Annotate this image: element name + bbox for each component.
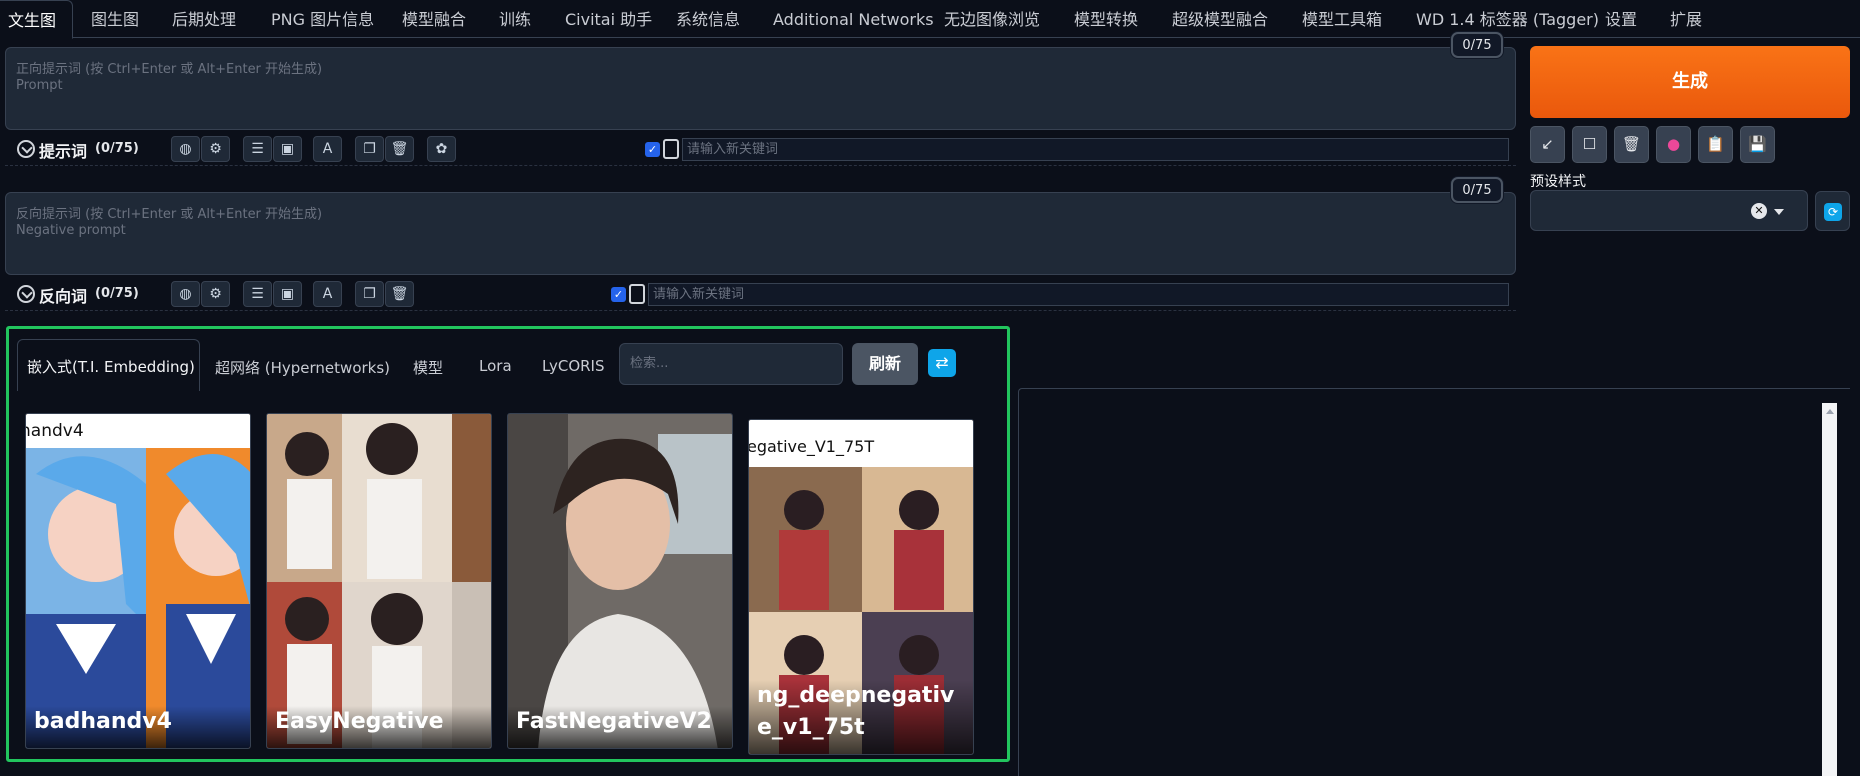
tab-image-browser[interactable]: 无边图像浏览 — [944, 0, 1040, 38]
negative-placeholder: 反向提示词 (按 Ctrl+Enter 或 Alt+Enter 开始生成) — [16, 207, 323, 222]
preset-style-label: 预设样式 — [1530, 174, 1586, 190]
copy-icon[interactable]: ❐ — [355, 136, 384, 162]
trash-icon[interactable]: 🗑 — [1614, 126, 1649, 163]
clear-icon[interactable]: ✕ — [1751, 203, 1767, 219]
ab-translate-icon[interactable]: A — [313, 281, 342, 307]
negative-toolbar: 反向词 (0/75) ◍ ⚙ ☰ ▣ A ❐ 🗑 ✓ 请输入新关键词 — [5, 277, 1516, 311]
gear-icon[interactable]: ⚙ — [201, 281, 230, 307]
pink-record-icon[interactable]: ● — [1656, 126, 1691, 163]
embedding-card-easynegative[interactable]: EasyNegative — [266, 413, 492, 749]
results-gallery-area — [1018, 388, 1850, 776]
prompt-placeholder-en: Prompt — [16, 78, 63, 93]
tab-wd-tagger[interactable]: WD 1.4 标签器 (Tagger) — [1416, 0, 1599, 38]
card-title: EasyNegative — [267, 706, 491, 748]
clipboard-icon[interactable]: 📋 — [1698, 126, 1733, 163]
refresh-button[interactable]: 刷新 — [852, 343, 918, 385]
prompt-toolbar: 提示词 (0/75) ◍ ⚙ ☰ ▣ A ❐ 🗑 ✿ ✓ 请输入新关键词 — [5, 132, 1516, 166]
document-list-icon[interactable]: ☰ — [243, 136, 272, 162]
scrollbar[interactable] — [1822, 403, 1837, 776]
card-thumbnail — [508, 414, 732, 748]
tab-system-info[interactable]: 系统信息 — [676, 0, 740, 38]
tab-checkpoints[interactable]: 模型 — [413, 357, 443, 378]
generate-button[interactable]: 生成 — [1530, 46, 1850, 118]
text-cursor-icon — [663, 139, 679, 159]
prompt-textarea[interactable]: 正向提示词 (按 Ctrl+Enter 或 Alt+Enter 开始生成) Pr… — [5, 47, 1516, 130]
preset-refresh-button[interactable]: ⟳ — [1815, 191, 1850, 231]
refresh-icon: ⟳ — [1824, 203, 1842, 221]
trash-icon[interactable]: 🗑 — [385, 136, 414, 162]
square-icon[interactable]: ☐ — [1572, 126, 1607, 163]
card-banner-text: handv4 — [26, 414, 250, 448]
collapse-chevron-icon[interactable] — [17, 285, 35, 303]
tab-extras[interactable]: 后期处理 — [172, 0, 236, 38]
tab-extensions[interactable]: 扩展 — [1670, 0, 1702, 38]
ab-translate-icon[interactable]: A — [313, 136, 342, 162]
tab-lycoris[interactable]: LyCORIS — [542, 357, 605, 375]
preset-style-dropdown[interactable]: ✕ — [1530, 190, 1808, 231]
keyword-input[interactable]: 请输入新关键词 — [682, 138, 1509, 161]
embedding-card-badhandv4[interactable]: handv4 badhandv4 — [25, 413, 251, 749]
keyword-checkbox[interactable]: ✓ — [611, 287, 626, 302]
prompt-token-counter: 0/75 — [1451, 32, 1503, 58]
globe-icon[interactable]: ◍ — [171, 281, 200, 307]
negative-prompt-textarea[interactable]: 反向提示词 (按 Ctrl+Enter 或 Alt+Enter 开始生成) Ne… — [5, 192, 1516, 275]
card-title: badhandv4 — [26, 706, 250, 748]
collapse-chevron-icon[interactable] — [17, 140, 35, 158]
prompt-row-count: (0/75) — [95, 141, 139, 156]
prompt-placeholder: 正向提示词 (按 Ctrl+Enter 或 Alt+Enter 开始生成) — [16, 62, 323, 77]
negative-token-counter: 0/75 — [1451, 177, 1503, 203]
bookmark-icon[interactable]: ▣ — [273, 281, 302, 307]
extra-networks-panel: 嵌入式(T.I. Embedding) 超网络 (Hypernetworks) … — [6, 326, 1010, 762]
tab-settings[interactable]: 设置 — [1605, 0, 1637, 38]
trash-icon[interactable]: 🗑 — [385, 281, 414, 307]
chevron-down-icon[interactable] — [1774, 209, 1784, 215]
tab-additional-networks[interactable]: Additional Networks — [773, 0, 934, 38]
tab-model-converter[interactable]: 模型转换 — [1074, 0, 1138, 38]
bookmark-icon[interactable]: ▣ — [273, 136, 302, 162]
card-banner-text: egative_V1_75T — [749, 420, 973, 467]
save-icon[interactable]: 💾 — [1740, 126, 1775, 163]
card-thumbnail — [267, 414, 491, 748]
negative-row-count: (0/75) — [95, 286, 139, 301]
tab-img2img[interactable]: 图生图 — [91, 0, 139, 38]
keyword-input[interactable]: 请输入新关键词 — [648, 283, 1509, 306]
text-cursor-icon — [629, 284, 645, 304]
tab-train[interactable]: 训练 — [499, 0, 531, 38]
tab-civitai-helper[interactable]: Civitai 助手 — [565, 0, 652, 38]
globe-icon[interactable]: ◍ — [171, 136, 200, 162]
tab-lora[interactable]: Lora — [479, 357, 512, 375]
embedding-card-ng-deepnegative[interactable]: egative_V1_75T ng_deepnegative_v1_75t — [748, 419, 974, 755]
extra-networks-search-input[interactable]: 检索... — [619, 343, 843, 385]
openai-icon[interactable]: ✿ — [427, 136, 456, 162]
card-title: FastNegativeV2 — [508, 706, 732, 748]
tab-txt2img[interactable]: 文生图 — [0, 0, 73, 39]
embedding-card-fastnegativev2[interactable]: FastNegativeV2 — [507, 413, 733, 749]
prompt-row-label: 提示词 — [39, 142, 88, 161]
gear-icon[interactable]: ⚙ — [201, 136, 230, 162]
keyword-checkbox[interactable]: ✓ — [645, 142, 660, 157]
negative-row-label: 反向词 — [39, 287, 88, 306]
tab-super-merger[interactable]: 超级模型融合 — [1172, 0, 1268, 38]
tab-model-toolkit[interactable]: 模型工具箱 — [1302, 0, 1382, 38]
copy-icon[interactable]: ❐ — [355, 281, 384, 307]
tab-png-info[interactable]: PNG 图片信息 — [271, 0, 374, 38]
card-title: ng_deepnegative_v1_75t — [749, 680, 973, 754]
tab-ti-embedding[interactable]: 嵌入式(T.I. Embedding) — [17, 339, 200, 391]
negative-placeholder-en: Negative prompt — [16, 223, 126, 238]
main-tab-bar: 文生图 图生图 后期处理 PNG 图片信息 模型融合 训练 Civitai 助手… — [0, 0, 1860, 39]
tab-checkpoint-merger[interactable]: 模型融合 — [402, 0, 466, 38]
arrow-expand-icon[interactable]: ↙ — [1530, 126, 1565, 163]
sync-icon[interactable]: ⇄ — [928, 349, 956, 377]
tab-hypernetworks[interactable]: 超网络 (Hypernetworks) — [215, 357, 390, 378]
card-thumbnail — [26, 414, 250, 748]
document-list-icon[interactable]: ☰ — [243, 281, 272, 307]
